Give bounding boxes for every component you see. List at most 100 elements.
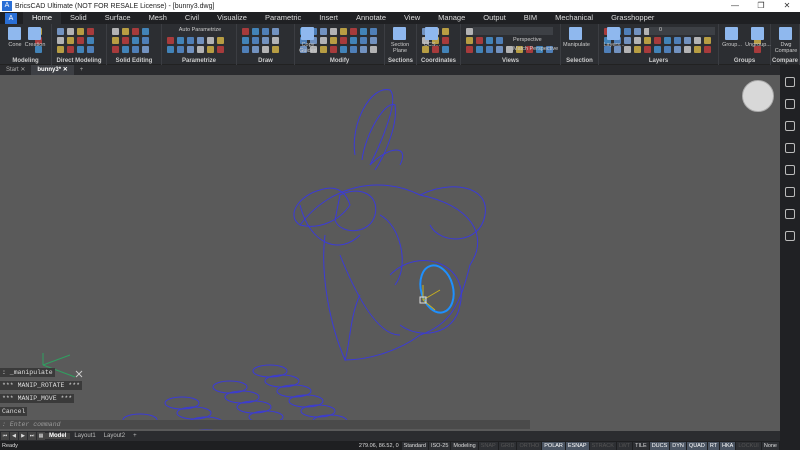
- doc-tab-start[interactable]: Start ✕: [0, 65, 31, 75]
- tool-icon[interactable]: [197, 46, 204, 53]
- tool-icon[interactable]: [654, 37, 661, 44]
- tool-icon[interactable]: [262, 28, 269, 35]
- tab-parametric[interactable]: Parametric: [256, 12, 310, 24]
- tool-icon[interactable]: [252, 46, 259, 53]
- tool-icon[interactable]: [112, 46, 119, 53]
- tool-icon[interactable]: [360, 46, 367, 53]
- tab-manage[interactable]: Manage: [429, 12, 474, 24]
- tab-solid[interactable]: Solid: [61, 12, 96, 24]
- tool-icon[interactable]: [330, 37, 337, 44]
- tool-icon[interactable]: [496, 46, 503, 53]
- status-toggle-grid[interactable]: GRID: [498, 441, 517, 450]
- command-input[interactable]: : Enter command: [0, 420, 530, 429]
- tool-icon[interactable]: [77, 37, 84, 44]
- tool-icon[interactable]: [132, 37, 139, 44]
- prev-layout-button[interactable]: ◀: [10, 432, 18, 440]
- status-toggle-none[interactable]: None: [761, 441, 779, 450]
- tool-icon[interactable]: [664, 37, 671, 44]
- tool-icon[interactable]: [262, 37, 269, 44]
- tool-icon[interactable]: [242, 46, 249, 53]
- tool-icon[interactable]: [122, 46, 129, 53]
- tool-icon[interactable]: [207, 46, 214, 53]
- match-perspective-toggle[interactable]: Match Perspective: [513, 46, 558, 52]
- tool-icon[interactable]: [207, 37, 214, 44]
- tab-annotate[interactable]: Annotate: [347, 12, 395, 24]
- tool-icon[interactable]: [704, 37, 711, 44]
- tab-output[interactable]: Output: [474, 12, 515, 24]
- status-toggle-ortho[interactable]: ORTHO: [517, 441, 542, 450]
- tab-surface[interactable]: Surface: [96, 12, 140, 24]
- tool-icon[interactable]: [132, 28, 139, 35]
- status-toggle-strack[interactable]: STRACK: [589, 441, 616, 450]
- fx-icon[interactable]: [785, 187, 795, 197]
- status-toggle-modeling[interactable]: Modeling: [451, 441, 478, 450]
- layout-tab-model[interactable]: Model: [45, 433, 71, 439]
- status-toggle-rt[interactable]: RT: [707, 441, 720, 450]
- tool-icon[interactable]: [122, 28, 129, 35]
- tool-icon[interactable]: [370, 28, 377, 35]
- tool-icon[interactable]: [272, 28, 279, 35]
- layout-tab-layout1[interactable]: Layout1: [70, 433, 99, 439]
- layers-icon[interactable]: [785, 121, 795, 131]
- tool-icon[interactable]: [330, 28, 337, 35]
- tool-icon[interactable]: [77, 46, 84, 53]
- tool-icon[interactable]: [360, 37, 367, 44]
- tool-icon[interactable]: [122, 37, 129, 44]
- tool-icon[interactable]: [442, 28, 449, 35]
- tool-icon[interactable]: [187, 37, 194, 44]
- tool-icon[interactable]: [57, 37, 64, 44]
- tool-icon[interactable]: [466, 37, 473, 44]
- tool-icon[interactable]: [87, 28, 94, 35]
- tab-grasshopper[interactable]: Grasshopper: [602, 12, 663, 24]
- tool-icon[interactable]: [360, 28, 367, 35]
- tool-icon[interactable]: [624, 28, 631, 35]
- tool-icon[interactable]: [167, 46, 174, 53]
- tool-icon[interactable]: [252, 37, 259, 44]
- group-button[interactable]: Group...: [719, 42, 745, 48]
- layout-tab-layout2[interactable]: Layout2: [100, 433, 129, 439]
- tool-icon[interactable]: [684, 37, 691, 44]
- tool-icon[interactable]: [496, 37, 503, 44]
- auto-parametrize-button[interactable]: Auto Parametrize: [170, 27, 230, 33]
- tool-icon[interactable]: [87, 37, 94, 44]
- tool-icon[interactable]: [67, 46, 74, 53]
- minimize-button[interactable]: —: [722, 0, 748, 12]
- tool-icon[interactable]: [694, 37, 701, 44]
- tool-icon[interactable]: [320, 28, 327, 35]
- tool-icon[interactable]: [87, 46, 94, 53]
- properties-icon[interactable]: [785, 77, 795, 87]
- tool-icon[interactable]: [664, 46, 671, 53]
- tool-icon[interactable]: [112, 37, 119, 44]
- tool-icon[interactable]: [132, 46, 139, 53]
- tool-icon[interactable]: [350, 28, 357, 35]
- tool-icon[interactable]: [466, 46, 473, 53]
- ucs-button[interactable]: UCS...: [419, 42, 445, 48]
- settings-icon[interactable]: [785, 99, 795, 109]
- tool-icon[interactable]: [262, 46, 269, 53]
- tab-civil[interactable]: Civil: [176, 12, 208, 24]
- perspective-toggle[interactable]: Perspective: [513, 37, 542, 43]
- dwg-compare-button[interactable]: Dwg Compare: [773, 42, 799, 54]
- library-icon[interactable]: [785, 165, 795, 175]
- tool-icon[interactable]: [242, 28, 249, 35]
- tool-icon[interactable]: [634, 37, 641, 44]
- tab-bim[interactable]: BIM: [515, 12, 546, 24]
- app-menu-button[interactable]: A: [5, 12, 17, 24]
- maximize-button[interactable]: ❐: [748, 0, 774, 12]
- add-layout-button[interactable]: +: [129, 433, 141, 439]
- tool-icon[interactable]: [142, 28, 149, 35]
- tab-insert[interactable]: Insert: [310, 12, 347, 24]
- tool-icon[interactable]: [674, 37, 681, 44]
- layer-dropdown[interactable]: 0: [649, 27, 715, 35]
- tool-icon[interactable]: [340, 37, 347, 44]
- close-button[interactable]: ✕: [774, 0, 800, 12]
- tool-icon[interactable]: [634, 46, 641, 53]
- tool-icon[interactable]: [340, 28, 347, 35]
- manipulate-button[interactable]: Manipulate: [563, 42, 590, 48]
- tool-icon[interactable]: [486, 37, 493, 44]
- status-toggle-tile[interactable]: TILE: [633, 441, 649, 450]
- doc-tab-bunny3[interactable]: bunny3* ✕: [31, 65, 74, 75]
- first-layout-button[interactable]: ⏮: [1, 432, 9, 440]
- next-layout-button[interactable]: ▶: [19, 432, 27, 440]
- status-toggle-dyn[interactable]: DYN: [670, 441, 686, 450]
